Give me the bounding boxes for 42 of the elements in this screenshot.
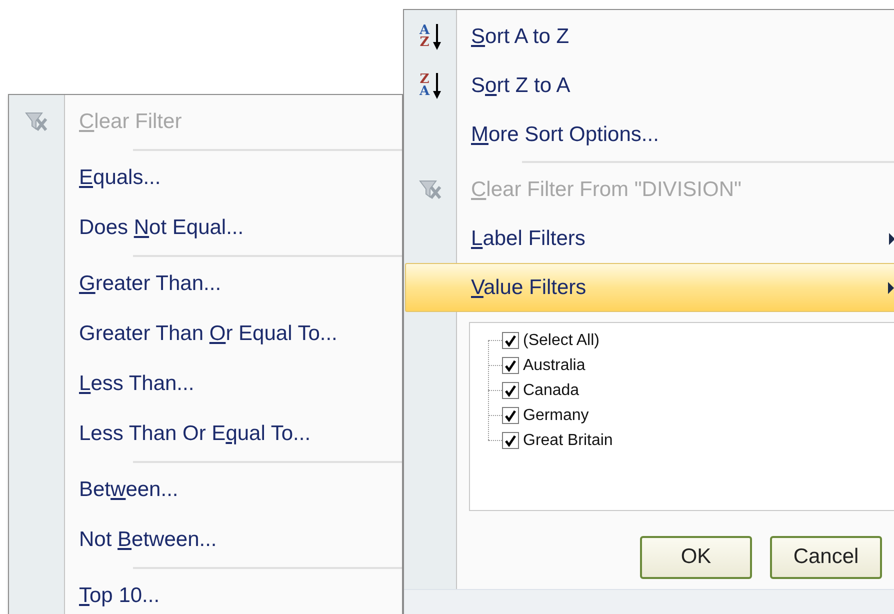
menu-item-label: Greater Than Or Equal To... bbox=[79, 322, 338, 346]
checkbox[interactable] bbox=[502, 432, 519, 450]
checkbox[interactable] bbox=[502, 357, 519, 374]
menu-item-label: More Sort Options... bbox=[471, 122, 659, 146]
menu-item-label: Greater Than... bbox=[79, 272, 222, 296]
menu-item[interactable]: Not Between... bbox=[65, 515, 402, 565]
menu-item[interactable]: Greater Than Or Equal To... bbox=[65, 309, 402, 359]
menu-item[interactable]: Value Filters bbox=[405, 263, 894, 312]
checklist-label: (Select All) bbox=[523, 330, 600, 351]
checklist-label: Great Britain bbox=[523, 430, 613, 451]
menu-item-label: Clear Filter bbox=[79, 110, 182, 134]
menu-item-label: Top 10... bbox=[79, 584, 160, 608]
checkbox[interactable] bbox=[502, 332, 519, 350]
checklist-label: Canada bbox=[523, 380, 580, 401]
menu-item-label: Label Filters bbox=[471, 226, 586, 250]
menu-item-label: Sort A to Z bbox=[471, 24, 570, 48]
ok-button[interactable]: OK bbox=[640, 536, 752, 579]
menu-item-label: Clear Filter From "DIVISION" bbox=[471, 178, 742, 201]
menu-item-label: Equals... bbox=[79, 166, 161, 190]
clear-filter-icon bbox=[24, 110, 50, 134]
menu-item[interactable]: Greater Than... bbox=[65, 259, 402, 309]
menu-item[interactable]: Between... bbox=[65, 465, 402, 515]
clear-filter-icon bbox=[418, 178, 444, 202]
menu-item-label: Sort Z to A bbox=[471, 74, 570, 97]
menu-item-label: Not Between... bbox=[79, 528, 217, 552]
menu-item-label: Value Filters bbox=[471, 276, 586, 299]
menu-item[interactable]: Top 10... bbox=[65, 571, 402, 614]
checkbox[interactable] bbox=[502, 382, 519, 400]
menu-item[interactable]: Label Filters bbox=[457, 214, 894, 264]
cancel-button[interactable]: Cancel bbox=[770, 536, 882, 579]
menu-item[interactable]: More Sort Options... bbox=[457, 110, 894, 160]
menu-item-label: Less Than Or Equal To... bbox=[79, 422, 311, 446]
menu-item[interactable]: Equals... bbox=[65, 153, 402, 203]
menu-item[interactable]: Less Than Or Equal To... bbox=[65, 409, 402, 459]
checklist-label: Australia bbox=[523, 356, 586, 376]
menu-item[interactable]: Less Than... bbox=[65, 359, 402, 409]
menu-item-label: Does Not Equal... bbox=[79, 216, 244, 240]
checkbox[interactable] bbox=[502, 407, 519, 424]
checklist-label: Germany bbox=[523, 406, 589, 426]
menu-item-label: Less Than... bbox=[79, 372, 194, 396]
menu-item-label: Between... bbox=[79, 478, 178, 502]
menu-item[interactable]: Does Not Equal... bbox=[65, 203, 402, 253]
